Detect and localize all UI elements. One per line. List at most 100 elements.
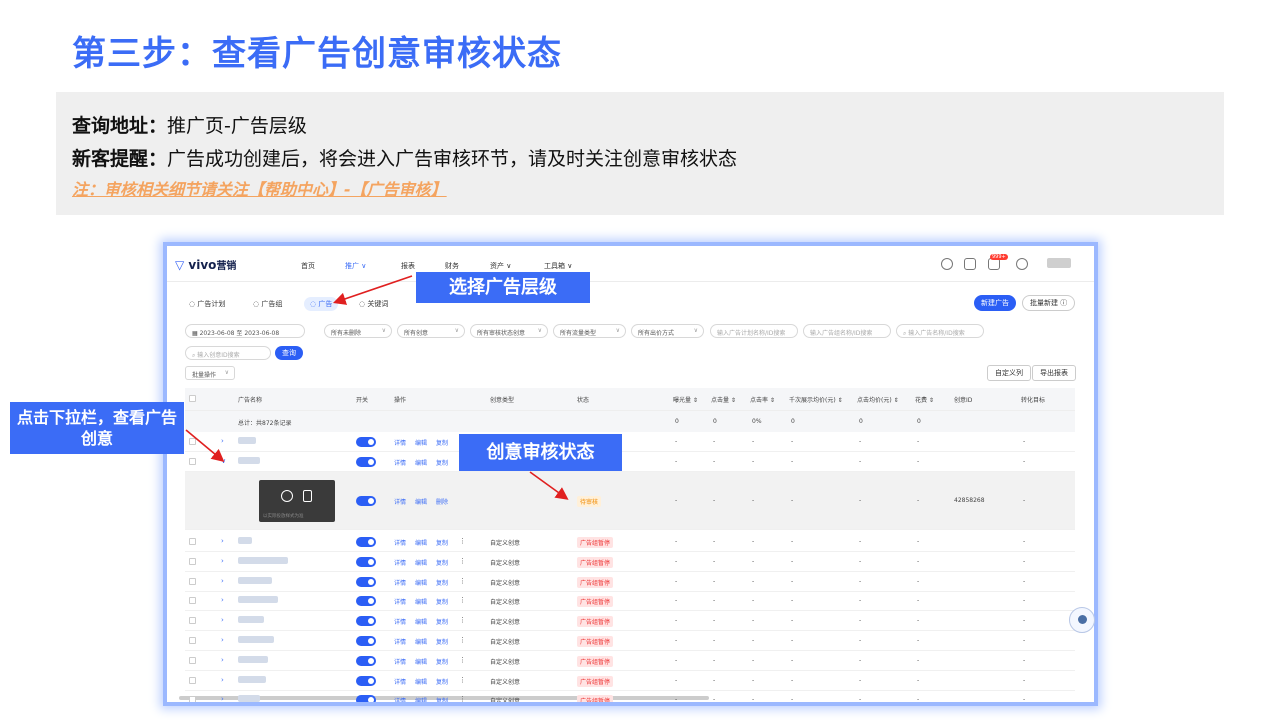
row-checkbox[interactable] bbox=[189, 656, 196, 664]
creative-filter[interactable]: 所有创意 ∨ bbox=[397, 324, 465, 338]
ad-switch-toggle[interactable] bbox=[356, 675, 376, 686]
expand-arrow-icon[interactable]: › bbox=[221, 676, 224, 684]
detail-link[interactable]: 详情 bbox=[394, 696, 406, 702]
detail-link[interactable]: 详情 bbox=[394, 597, 406, 606]
creative-preview[interactable]: 以实际投放样式为准 bbox=[259, 480, 335, 522]
help-icon[interactable] bbox=[1016, 258, 1028, 270]
creative-switch-toggle[interactable] bbox=[356, 496, 376, 506]
copy-link[interactable]: 复制 bbox=[436, 578, 448, 587]
edit-link[interactable]: 编辑 bbox=[415, 637, 427, 646]
detail-link[interactable]: 详情 bbox=[394, 458, 406, 467]
account-avatar[interactable] bbox=[1047, 258, 1071, 268]
nav-toolbox[interactable]: 工具箱 ∨ bbox=[544, 261, 572, 271]
col-cpm[interactable]: 千次展示均价(元) ⇕ bbox=[789, 395, 843, 404]
expand-arrow-icon[interactable]: › bbox=[221, 656, 224, 664]
search-group-input[interactable]: 输入广告组名称/ID搜索 bbox=[803, 324, 891, 338]
more-actions-icon[interactable]: ⋮ bbox=[459, 557, 466, 565]
creative-edit-link[interactable]: 编辑 bbox=[415, 497, 427, 506]
row-checkbox[interactable] bbox=[189, 557, 196, 565]
expand-arrow-icon[interactable]: › bbox=[221, 636, 224, 644]
search-plan-input[interactable]: 输入广告计划名称/ID搜索 bbox=[710, 324, 798, 338]
detail-link[interactable]: 详情 bbox=[394, 637, 406, 646]
download-icon[interactable] bbox=[964, 258, 976, 270]
detail-link[interactable]: 详情 bbox=[394, 578, 406, 587]
more-actions-icon[interactable]: ⋮ bbox=[459, 656, 466, 664]
blurred-ad-name[interactable] bbox=[238, 437, 256, 444]
blurred-ad-name[interactable] bbox=[238, 556, 288, 564]
copy-link[interactable]: 复制 bbox=[436, 696, 448, 702]
copy-link[interactable]: 复制 bbox=[436, 438, 448, 447]
export-report-button[interactable]: 导出报表 bbox=[1032, 365, 1076, 381]
custom-columns-button[interactable]: 自定义列 bbox=[987, 365, 1031, 381]
blurred-ad-name[interactable] bbox=[238, 616, 264, 624]
nav-home[interactable]: 首页 bbox=[301, 261, 315, 271]
edit-link[interactable]: 编辑 bbox=[415, 696, 427, 702]
row-checkbox[interactable] bbox=[189, 538, 196, 545]
blurred-ad-name[interactable] bbox=[238, 457, 260, 464]
more-actions-icon[interactable]: ⋮ bbox=[459, 577, 466, 585]
copy-link[interactable]: 复制 bbox=[436, 458, 448, 467]
customer-service-icon[interactable] bbox=[1069, 607, 1095, 633]
copy-link[interactable]: 复制 bbox=[436, 617, 448, 626]
expand-arrow-icon[interactable]: › bbox=[221, 537, 224, 545]
nav-promotion[interactable]: 推广 ∨ bbox=[345, 261, 366, 271]
phone-preview-icon[interactable] bbox=[303, 490, 312, 502]
detail-link[interactable]: 详情 bbox=[394, 657, 406, 666]
creative-detail-link[interactable]: 详情 bbox=[394, 497, 406, 506]
search-creative-input[interactable]: ⌕ 输入创意ID搜索 bbox=[185, 346, 271, 360]
more-actions-icon[interactable]: ⋮ bbox=[459, 596, 466, 604]
copy-link[interactable]: 复制 bbox=[436, 657, 448, 666]
review-status-filter[interactable]: 所有审核状态创意 ∨ bbox=[470, 324, 548, 338]
edit-link[interactable]: 编辑 bbox=[415, 538, 427, 547]
row-checkbox[interactable] bbox=[189, 458, 196, 465]
row-checkbox[interactable] bbox=[189, 597, 196, 605]
ad-switch-toggle[interactable] bbox=[356, 556, 376, 567]
user-group-icon[interactable] bbox=[941, 258, 953, 270]
detail-link[interactable]: 详情 bbox=[394, 438, 406, 447]
detail-link[interactable]: 详情 bbox=[394, 538, 406, 547]
edit-link[interactable]: 编辑 bbox=[415, 458, 427, 467]
batch-new-button[interactable]: 批量新建 ⓘ bbox=[1022, 295, 1076, 311]
collapse-arrow-icon[interactable]: ∨ bbox=[221, 457, 226, 465]
blurred-ad-name[interactable] bbox=[238, 636, 274, 643]
blurred-ad-name[interactable] bbox=[238, 596, 278, 604]
col-ctr[interactable]: 点击率 ⇕ bbox=[750, 395, 775, 404]
help-center-note-link[interactable]: 注：审核相关细节请关注【帮助中心】-【广告审核】 bbox=[72, 176, 447, 200]
nav-reports[interactable]: 报表 bbox=[401, 261, 415, 271]
expand-arrow-icon[interactable]: › bbox=[221, 437, 224, 445]
row-checkbox[interactable] bbox=[189, 438, 196, 445]
edit-link[interactable]: 编辑 bbox=[415, 558, 427, 567]
expand-arrow-icon[interactable]: › bbox=[221, 616, 224, 624]
zoom-in-icon[interactable] bbox=[281, 490, 293, 502]
col-cost[interactable]: 花费 ⇕ bbox=[915, 395, 934, 404]
col-impressions[interactable]: 曝光量 ⇕ bbox=[673, 395, 698, 404]
ad-switch-toggle[interactable] bbox=[356, 457, 376, 467]
more-actions-icon[interactable]: ⋮ bbox=[459, 537, 466, 545]
edit-link[interactable]: 编辑 bbox=[415, 438, 427, 447]
deleted-filter[interactable]: 所有未删除 ∨ bbox=[324, 324, 392, 338]
edit-link[interactable]: 编辑 bbox=[415, 578, 427, 587]
row-checkbox[interactable] bbox=[189, 637, 196, 644]
ad-switch-toggle[interactable] bbox=[356, 437, 376, 447]
ad-switch-toggle[interactable] bbox=[356, 655, 376, 666]
ad-switch-toggle[interactable] bbox=[356, 537, 376, 547]
date-range-picker[interactable]: ▦ 2023-06-08 至 2023-06-08 bbox=[185, 324, 305, 338]
tab-ad-group[interactable]: ◌ 广告组 bbox=[247, 297, 288, 311]
ad-switch-toggle[interactable] bbox=[356, 695, 376, 702]
more-actions-icon[interactable]: ⋮ bbox=[459, 695, 466, 702]
more-actions-icon[interactable]: ⋮ bbox=[459, 636, 466, 644]
bid-method-filter[interactable]: 所有出价方式 ∨ bbox=[631, 324, 704, 338]
expand-arrow-icon[interactable]: › bbox=[221, 577, 224, 585]
blurred-ad-name[interactable] bbox=[238, 537, 252, 544]
expand-arrow-icon[interactable]: › bbox=[221, 596, 224, 604]
expand-arrow-icon[interactable]: › bbox=[221, 695, 224, 702]
edit-link[interactable]: 编辑 bbox=[415, 677, 427, 686]
tab-keyword[interactable]: ◌ 关键词 bbox=[353, 297, 394, 311]
expand-arrow-icon[interactable]: › bbox=[221, 557, 224, 565]
tab-ad-plan[interactable]: ◌ 广告计划 bbox=[183, 297, 231, 311]
ad-switch-toggle[interactable] bbox=[356, 636, 376, 646]
ad-switch-toggle[interactable] bbox=[356, 576, 376, 587]
batch-operations-dropdown[interactable]: 批量操作 ∨ bbox=[185, 366, 235, 380]
detail-link[interactable]: 详情 bbox=[394, 677, 406, 686]
blurred-ad-name[interactable] bbox=[238, 675, 266, 683]
